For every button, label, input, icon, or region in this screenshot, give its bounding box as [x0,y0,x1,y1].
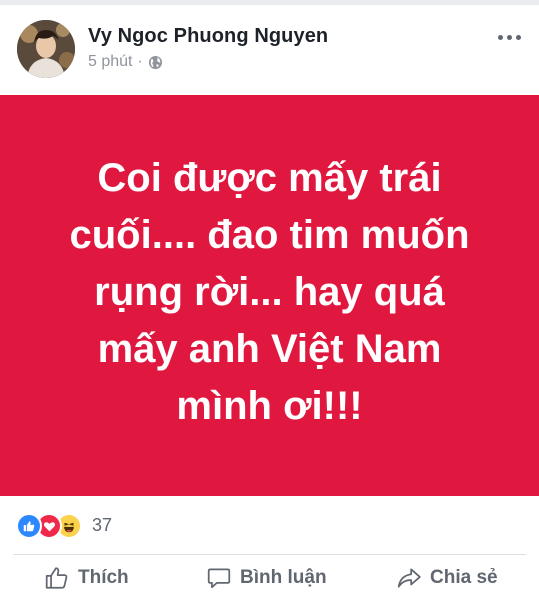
post-background-card: Coi được mấy trái cuối.... đao tim muốn … [0,95,539,496]
reactions-bar: 37 [0,496,539,554]
like-button-label: Thích [78,567,129,588]
post-text: Coi được mấy trái cuối.... đao tim muốn … [50,150,490,435]
thumbs-up-icon [44,565,70,591]
like-reaction-icon [16,513,42,539]
post-timestamp[interactable]: 5 phút [88,53,132,71]
meta-separator: · [137,53,143,70]
reaction-count[interactable]: 37 [92,515,112,536]
share-button[interactable]: Chia sẻ [396,565,498,591]
action-bar: Thích Bình luận Chia sẻ [0,555,539,608]
post-text-line: cuối.... đao tim muốn [69,213,470,257]
author-name[interactable]: Vy Ngoc Phuong Nguyen [88,25,328,48]
avatar[interactable] [17,20,75,78]
like-button[interactable]: Thích [44,565,129,591]
post-text-line: Coi được mấy trái [97,156,442,200]
post-text-line: mình ơi!!! [176,384,363,428]
avatar-photo [17,20,75,78]
comment-button[interactable]: Bình luận [206,565,327,591]
reaction-icons[interactable] [16,513,82,539]
comment-bubble-icon [206,565,232,591]
share-button-label: Chia sẻ [430,567,498,588]
post-text-line: rụng rời... hay quá [94,270,445,314]
post-header: Vy Ngoc Phuong Nguyen 5 phút · [0,5,539,95]
globe-icon[interactable] [148,55,163,70]
more-options-icon[interactable] [498,35,521,40]
post-text-line: mấy anh Việt Nam [97,327,442,371]
share-arrow-icon [396,565,422,591]
comment-button-label: Bình luận [240,567,327,588]
post-meta: 5 phút · [88,53,163,71]
